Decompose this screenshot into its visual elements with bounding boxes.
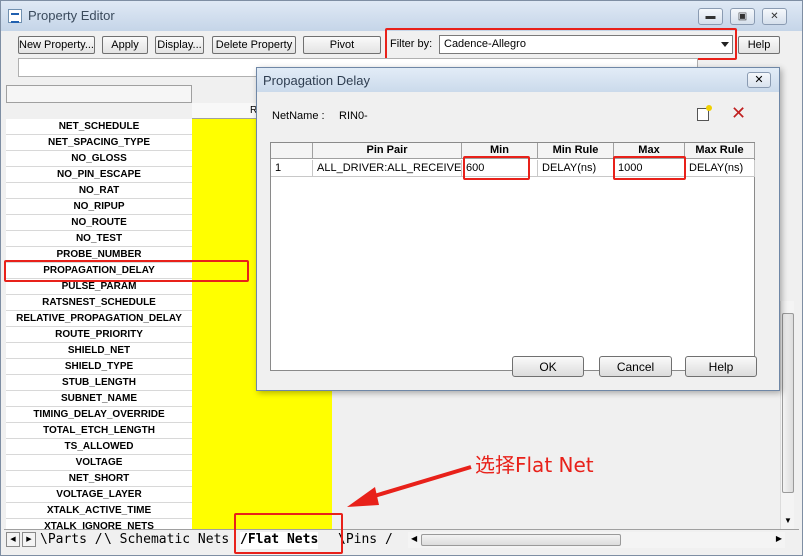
netname-label: NetName :: [272, 110, 325, 122]
close-button[interactable]: ✕: [762, 8, 787, 25]
tab-schematic-nets[interactable]: \ Schematic Nets: [104, 532, 229, 549]
tab-next-icon[interactable]: ▶: [22, 532, 36, 547]
delete-property-button[interactable]: Delete Property: [212, 36, 296, 54]
property-editor-icon: [8, 9, 22, 23]
max-highlight-box: [613, 156, 686, 180]
property-row[interactable]: NO_TEST: [6, 231, 192, 247]
property-row[interactable]: NO_RAT: [6, 183, 192, 199]
property-row[interactable]: VOLTAGE_LAYER: [6, 487, 192, 503]
property-row[interactable]: RELATIVE_PROPAGATION_DELAY: [6, 311, 192, 327]
property-editor-window: Property Editor ▬ ▣ ✕ New Property... Ap…: [0, 0, 803, 556]
display-button[interactable]: Display...: [155, 36, 204, 54]
property-row[interactable]: NET_SCHEDULE: [6, 119, 192, 135]
dialog-help-button[interactable]: Help: [685, 356, 757, 377]
dialog-title-bar[interactable]: Propagation Delay ✕: [257, 68, 779, 92]
property-row[interactable]: SHIELD_NET: [6, 343, 192, 359]
ok-button[interactable]: OK: [512, 356, 584, 377]
annotation-text: 选择Flat Net: [475, 453, 594, 477]
property-row[interactable]: SHIELD_TYPE: [6, 359, 192, 375]
annotation-arrow-icon: [347, 465, 472, 507]
pin-pair-table: Pin Pair Min Min Rule Max Max Rule 1 ALL…: [270, 142, 755, 371]
property-row[interactable]: TIMING_DELAY_OVERRIDE: [6, 407, 192, 423]
row-index-cell: 1: [271, 160, 313, 177]
netname-value: RIN0-: [339, 110, 368, 122]
vertical-scroll-thumb[interactable]: [782, 313, 794, 493]
title-bar[interactable]: Property Editor ▬ ▣ ✕: [1, 1, 802, 31]
window-title: Property Editor: [28, 8, 115, 23]
column-header-min-rule[interactable]: Min Rule: [538, 143, 614, 159]
min-highlight-box: [463, 156, 530, 180]
restore-button[interactable]: ▣: [730, 8, 755, 25]
property-row[interactable]: RATSNEST_SCHEDULE: [6, 295, 192, 311]
property-row[interactable]: VOLTAGE: [6, 455, 192, 471]
property-row[interactable]: STUB_LENGTH: [6, 375, 192, 391]
new-property-button[interactable]: New Property...: [18, 36, 95, 54]
pivot-button[interactable]: Pivot: [303, 36, 381, 54]
horizontal-scrollbar[interactable]: ◀ ▶: [408, 532, 785, 548]
tab-bar: ◀ ▶ \Parts / \ Schematic Nets /Flat Nets…: [4, 529, 799, 549]
property-row[interactable]: TOTAL_ETCH_LENGTH: [6, 423, 192, 439]
property-name-list: NET_SCHEDULE NET_SPACING_TYPE NO_GLOSS NO_P…: [6, 119, 192, 535]
propagation-delay-dialog: Propagation Delay ✕ NetName : RIN0- ✕ Pi…: [256, 67, 780, 391]
flat-nets-highlight-box: [234, 513, 343, 554]
scroll-left-icon[interactable]: ◀: [411, 534, 417, 543]
close-icon: ✕: [754, 74, 764, 86]
grid-corner: [6, 85, 192, 103]
filter-highlight-box: [385, 28, 737, 60]
min-rule-cell[interactable]: DELAY(ns): [538, 160, 614, 177]
minimize-icon: ▬: [705, 11, 716, 22]
dialog-close-button[interactable]: ✕: [747, 72, 771, 88]
minimize-button[interactable]: ▬: [698, 8, 723, 25]
property-row[interactable]: NET_SPACING_TYPE: [6, 135, 192, 151]
max-rule-cell[interactable]: DELAY(ns): [685, 160, 755, 177]
restore-icon: ▣: [737, 11, 748, 22]
property-row[interactable]: NO_GLOSS: [6, 151, 192, 167]
column-header-index: [271, 143, 313, 159]
close-icon: ✕: [770, 11, 779, 22]
column-header-max-rule[interactable]: Max Rule: [685, 143, 755, 159]
cancel-button[interactable]: Cancel: [599, 356, 672, 377]
property-row[interactable]: ROUTE_PRIORITY: [6, 327, 192, 343]
horizontal-scroll-thumb[interactable]: [421, 534, 621, 546]
tab-parts[interactable]: \Parts /: [40, 532, 103, 549]
property-row[interactable]: NO_PIN_ESCAPE: [6, 167, 192, 183]
scroll-right-icon[interactable]: ▶: [776, 534, 782, 543]
scroll-down-icon[interactable]: ▼: [782, 515, 794, 527]
property-row[interactable]: TS_ALLOWED: [6, 439, 192, 455]
apply-button[interactable]: Apply: [102, 36, 148, 54]
tab-prev-icon[interactable]: ◀: [6, 532, 20, 547]
vertical-scrollbar[interactable]: ▼: [780, 301, 794, 529]
property-row[interactable]: NO_ROUTE: [6, 215, 192, 231]
column-header-pin-pair[interactable]: Pin Pair: [313, 143, 462, 159]
property-row[interactable]: NET_SHORT: [6, 471, 192, 487]
dialog-title: Propagation Delay: [263, 73, 370, 88]
property-row[interactable]: SUBNET_NAME: [6, 391, 192, 407]
delete-row-icon[interactable]: ✕: [731, 104, 746, 122]
property-row[interactable]: XTALK_ACTIVE_TIME: [6, 503, 192, 519]
propagation-delay-highlight-box: [4, 260, 249, 282]
help-button[interactable]: Help: [738, 36, 780, 54]
property-row[interactable]: NO_RIPUP: [6, 199, 192, 215]
new-row-icon[interactable]: [697, 105, 712, 121]
pin-pair-cell[interactable]: ALL_DRIVER:ALL_RECEIVER: [313, 160, 462, 177]
tab-pins[interactable]: \Pins /: [338, 532, 393, 549]
